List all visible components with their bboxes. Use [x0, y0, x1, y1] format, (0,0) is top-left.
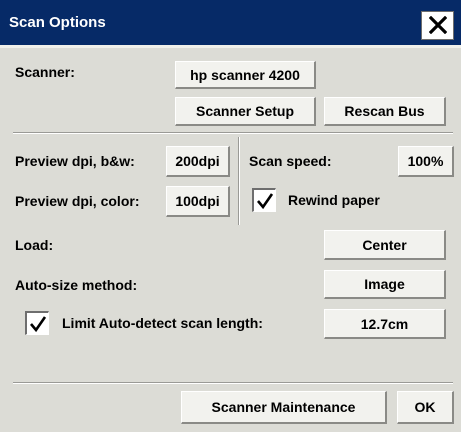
- rescan-bus-button[interactable]: Rescan Bus: [324, 97, 446, 126]
- preview-color-value[interactable]: 100dpi: [166, 186, 230, 217]
- limit-auto-detect-label: Limit Auto-detect scan length:: [62, 315, 263, 331]
- scanner-setup-button[interactable]: Scanner Setup: [175, 97, 316, 126]
- ok-button[interactable]: OK: [397, 391, 454, 424]
- preview-bw-label: Preview dpi, b&w:: [15, 153, 135, 169]
- rewind-paper-label: Rewind paper: [288, 192, 380, 208]
- auto-size-select[interactable]: Image: [324, 270, 446, 299]
- scanner-select[interactable]: hp scanner 4200: [175, 61, 316, 89]
- divider-vertical: [238, 137, 240, 225]
- divider-bottom: [13, 382, 453, 384]
- checkmark-icon: [257, 193, 274, 210]
- rewind-paper-checkbox[interactable]: [252, 188, 276, 212]
- checkmark-icon: [30, 316, 47, 333]
- divider-top: [13, 132, 453, 134]
- scan-options-dialog: Scan Options Scanner: hp scanner 4200 Sc…: [0, 0, 461, 432]
- load-label: Load:: [15, 237, 54, 253]
- close-icon: [429, 16, 447, 34]
- dialog-title: Scan Options: [9, 14, 106, 31]
- limit-auto-detect-checkbox[interactable]: [25, 311, 49, 335]
- scan-speed-label: Scan speed:: [249, 153, 332, 169]
- scan-speed-value[interactable]: 100%: [398, 146, 454, 177]
- auto-size-label: Auto-size method:: [15, 277, 138, 293]
- title-bar: Scan Options: [0, 0, 461, 48]
- load-select[interactable]: Center: [324, 230, 446, 260]
- close-button[interactable]: [421, 11, 454, 40]
- preview-color-label: Preview dpi, color:: [15, 193, 140, 209]
- scan-length-value[interactable]: 12.7cm: [324, 309, 446, 339]
- scanner-label: Scanner:: [15, 64, 75, 80]
- scanner-maintenance-button[interactable]: Scanner Maintenance: [181, 391, 387, 424]
- preview-bw-value[interactable]: 200dpi: [166, 146, 230, 177]
